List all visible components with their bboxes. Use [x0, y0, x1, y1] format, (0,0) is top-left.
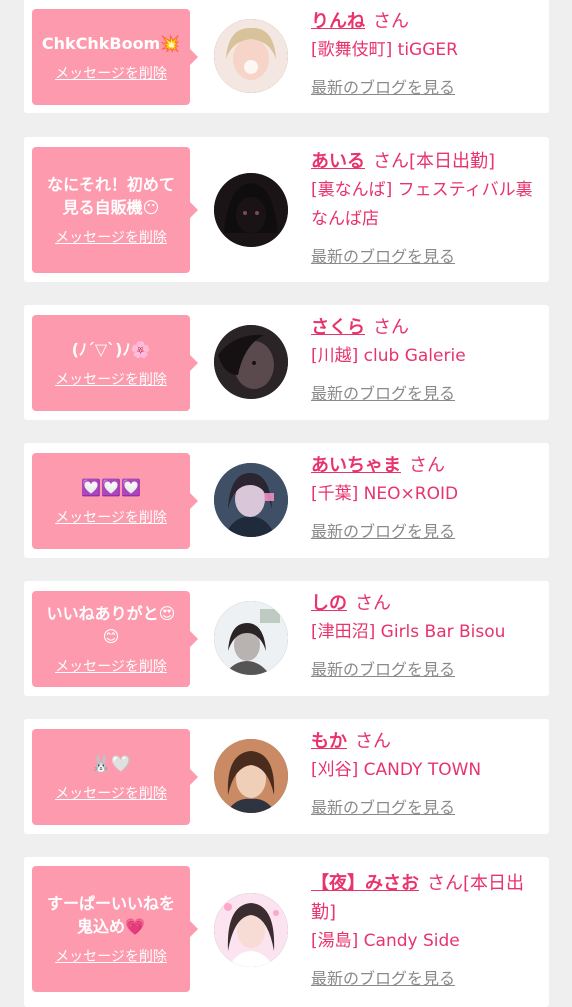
shop-label: [津田沼] Girls Bar Bisou — [311, 622, 506, 642]
honorific: さん — [427, 873, 463, 894]
sender-info: りんね さん [歌舞伎町] tiGGER 最新のブログを見る — [311, 7, 543, 103]
message-text: いいねありがと😍 😊 — [46, 604, 176, 646]
sender-info: あいる さん[本日出勤] [裏なんば] フェスティバル裏なんば店 最新のブログを見… — [311, 147, 543, 272]
avatar[interactable] — [214, 19, 288, 93]
delete-message-link[interactable]: メッセージを削除 — [55, 63, 167, 83]
delete-message-link[interactable]: メッセージを削除 — [55, 369, 167, 389]
view-blog-link[interactable]: 最新のブログを見る — [311, 517, 455, 546]
shop-label: [川越] club Galerie — [311, 346, 466, 366]
sender-name-link[interactable]: さくら — [311, 317, 365, 338]
honorific: さん — [409, 455, 445, 476]
message-card: いいねありがと😍 😊 メッセージを削除 しの さん [津田沼] Girls Bar… — [24, 581, 549, 696]
sender-name-link[interactable]: もか — [311, 731, 347, 752]
shop-label: [千葉] NEO×ROID — [311, 484, 459, 504]
message-text: (ﾉ´▽`)ﾉ🌸 — [71, 339, 151, 359]
message-card: なにそれ！初めて 見る自販機😶 メッセージを削除 あいる さん[本日出勤] [裏な… — [24, 137, 549, 282]
sender-name-link[interactable]: あいる — [311, 151, 365, 172]
sender-info: さくら さん [川越] club Galerie 最新のブログを見る — [311, 313, 543, 409]
view-blog-link[interactable]: 最新のブログを見る — [311, 793, 455, 822]
message-text: ChkChkBoom💥 — [41, 33, 181, 53]
avatar[interactable] — [214, 739, 288, 813]
message-text: 💟💟💟 — [81, 477, 141, 497]
honorific: さん — [355, 593, 391, 614]
delete-message-link[interactable]: メッセージを削除 — [55, 783, 167, 803]
view-blog-link[interactable]: 最新のブログを見る — [311, 242, 455, 271]
message-bubble: すーぱーいいねを 鬼込め💗 メッセージを削除 — [32, 866, 198, 992]
message-card: 💟💟💟 メッセージを削除 あいちゃま さん [千葉] NEO×ROID 最新のブロ… — [24, 443, 549, 558]
shop-label: [歌舞伎町] tiGGER — [311, 40, 458, 60]
message-card: (ﾉ´▽`)ﾉ🌸 メッセージを削除 さくら さん [川越] club Galeri… — [24, 305, 549, 420]
message-bubble: なにそれ！初めて 見る自販機😶 メッセージを削除 — [32, 147, 198, 273]
status-suffix: [本日出勤] — [409, 151, 496, 172]
delete-message-link[interactable]: メッセージを削除 — [55, 656, 167, 676]
message-card: すーぱーいいねを 鬼込め💗 メッセージを削除 【夜】みさお さん[本日出勤] [湯… — [24, 857, 549, 1007]
delete-message-link[interactable]: メッセージを削除 — [55, 946, 167, 966]
message-bubble: 💟💟💟 メッセージを削除 — [32, 453, 198, 549]
delete-message-link[interactable]: メッセージを削除 — [55, 227, 167, 247]
message-text: すーぱーいいねを 鬼込め💗 — [46, 894, 175, 936]
message-text: 🐰🤍 — [91, 753, 131, 773]
shop-label: [湯島] Candy Side — [311, 931, 460, 951]
avatar[interactable] — [214, 325, 288, 399]
message-card: 🐰🤍 メッセージを削除 もか さん [刈谷] CANDY TOWN 最新のブログを… — [24, 719, 549, 834]
message-bubble: (ﾉ´▽`)ﾉ🌸 メッセージを削除 — [32, 315, 198, 411]
avatar[interactable] — [214, 893, 288, 967]
view-blog-link[interactable]: 最新のブログを見る — [311, 964, 455, 993]
honorific: さん — [373, 317, 409, 338]
message-text: なにそれ！初めて 見る自販機😶 — [47, 175, 175, 217]
sender-name-link[interactable]: あいちゃま — [311, 455, 401, 476]
honorific: さん — [355, 731, 391, 752]
shop-label: [裏なんば] フェスティバル裏なんば店 — [311, 180, 533, 229]
message-bubble: いいねありがと😍 😊 メッセージを削除 — [32, 591, 198, 687]
message-bubble: ChkChkBoom💥 メッセージを削除 — [32, 9, 198, 105]
view-blog-link[interactable]: 最新のブログを見る — [311, 379, 455, 408]
sender-info: しの さん [津田沼] Girls Bar Bisou 最新のブログを見る — [311, 589, 543, 685]
avatar[interactable] — [214, 173, 288, 247]
honorific: さん — [373, 11, 409, 32]
shop-label: [刈谷] CANDY TOWN — [311, 760, 482, 780]
sender-info: もか さん [刈谷] CANDY TOWN 最新のブログを見る — [311, 727, 543, 823]
avatar[interactable] — [214, 463, 288, 537]
sender-info: 【夜】みさお さん[本日出勤] [湯島] Candy Side 最新のブログを見る — [311, 869, 543, 994]
sender-name-link[interactable]: しの — [311, 593, 347, 614]
message-bubble: 🐰🤍 メッセージを削除 — [32, 729, 198, 825]
message-card: ChkChkBoom💥 メッセージを削除 りんね さん [歌舞伎町] tiGGER… — [24, 0, 549, 113]
sender-info: あいちゃま さん [千葉] NEO×ROID 最新のブログを見る — [311, 451, 543, 547]
honorific: さん — [373, 151, 409, 172]
sender-name-link[interactable]: 【夜】みさお — [311, 873, 419, 894]
view-blog-link[interactable]: 最新のブログを見る — [311, 73, 455, 102]
delete-message-link[interactable]: メッセージを削除 — [55, 507, 167, 527]
sender-name-link[interactable]: りんね — [311, 11, 365, 32]
view-blog-link[interactable]: 最新のブログを見る — [311, 655, 455, 684]
avatar[interactable] — [214, 601, 288, 675]
